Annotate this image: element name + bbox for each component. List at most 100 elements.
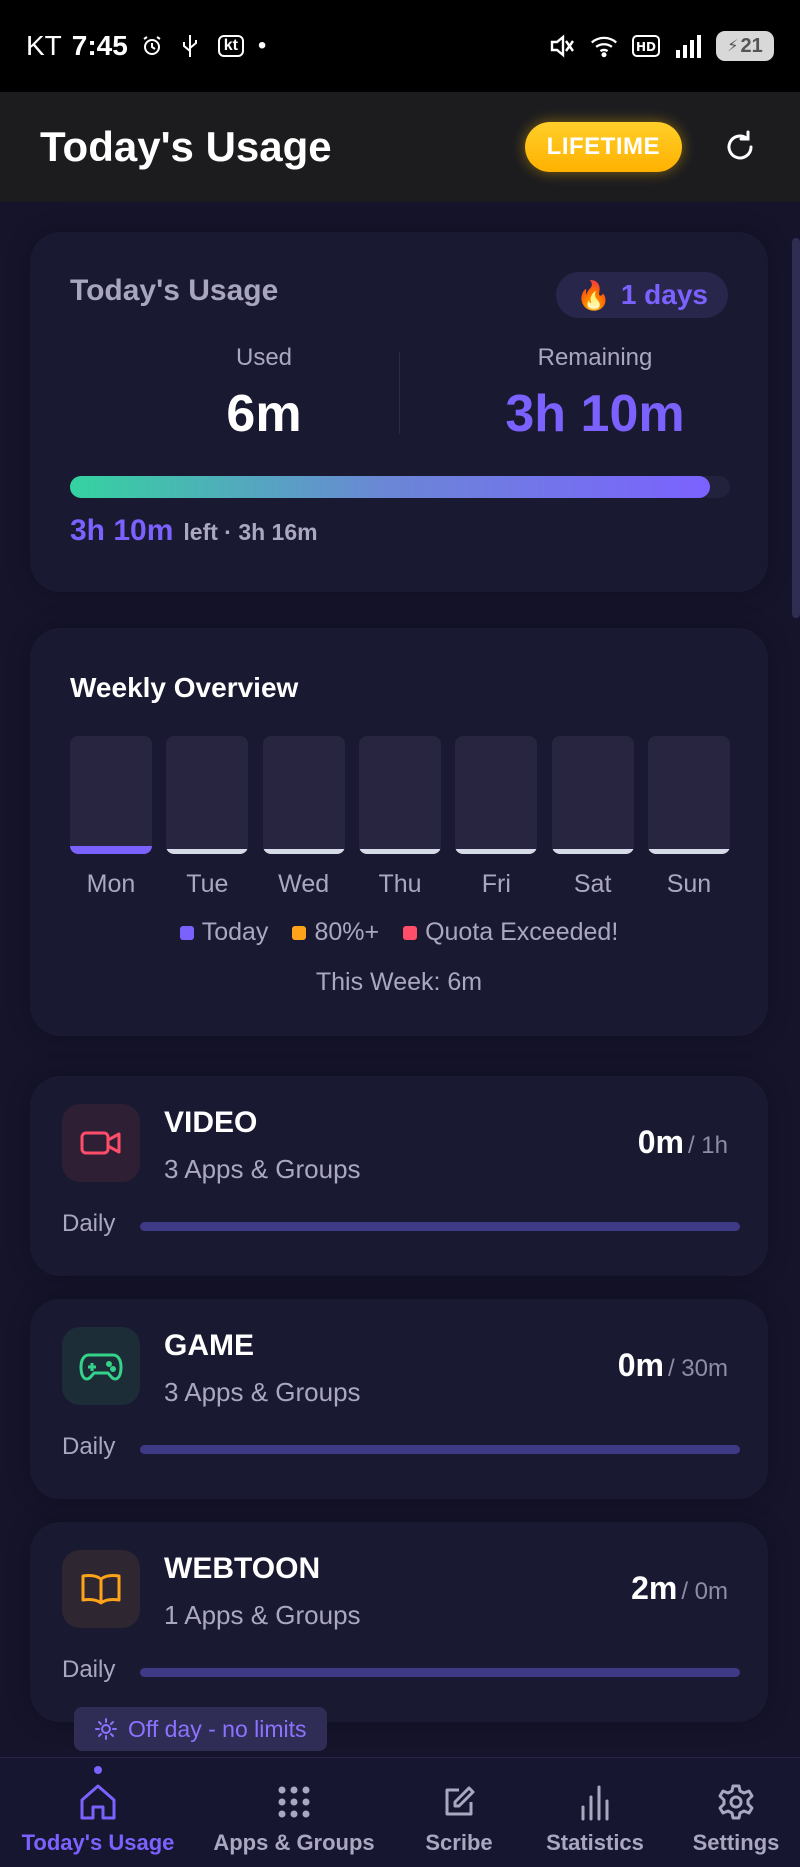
streak-count: 1 days bbox=[620, 279, 708, 310]
day-sun: Sun bbox=[647, 736, 730, 899]
day-bar bbox=[455, 736, 538, 854]
remaining-label: Remaining bbox=[537, 344, 653, 371]
remaining-value: 3h 10m bbox=[505, 385, 685, 443]
refresh-button[interactable] bbox=[720, 127, 760, 167]
weekly-title: Weekly Overview bbox=[70, 672, 299, 703]
legend-label: Quota Exceeded! bbox=[425, 918, 619, 946]
category-period: Daily bbox=[62, 1656, 116, 1683]
signal-icon bbox=[674, 32, 702, 60]
time-left-line: 3h 10m left · 3h 16m bbox=[70, 514, 318, 548]
category-used: 2m bbox=[631, 1570, 678, 1606]
legend-label: 80%+ bbox=[314, 918, 380, 946]
category-progress-bar bbox=[140, 1668, 740, 1677]
active-nav-indicator bbox=[94, 1766, 102, 1774]
used-value: 6m bbox=[226, 385, 302, 443]
page-title: Today's Usage bbox=[40, 123, 332, 170]
video-camera-icon bbox=[80, 1131, 121, 1155]
day-label: Thu bbox=[378, 870, 422, 898]
legend-dot-exceeded bbox=[403, 925, 418, 940]
category-usage: 0m / 30m bbox=[618, 1347, 728, 1384]
category-name: VIDEO bbox=[164, 1106, 258, 1139]
category-usage: 2m / 0m bbox=[631, 1570, 728, 1607]
day-fill bbox=[70, 846, 152, 854]
fire-icon: 🔥 bbox=[575, 279, 611, 311]
usage-progress-track bbox=[70, 476, 730, 498]
category-used: 0m bbox=[617, 1347, 664, 1383]
day-label: Tue bbox=[186, 870, 229, 898]
lifetime-button[interactable]: LIFETIME bbox=[524, 122, 682, 172]
weekly-legend: Today 80%+ Quota Exceeded! bbox=[30, 918, 768, 947]
category-card-game[interactable]: GAME 3 Apps & Groups 0m / 30m Daily bbox=[30, 1299, 768, 1499]
day-label: Sun bbox=[666, 870, 712, 898]
day-fill bbox=[358, 849, 441, 854]
day-label: Wed bbox=[278, 870, 330, 898]
category-used: 0m bbox=[637, 1124, 684, 1160]
category-name: WEBTOON bbox=[164, 1552, 321, 1585]
nav-statistics[interactable]: Statistics bbox=[540, 1780, 650, 1856]
charging-icon: ⚡ bbox=[727, 38, 739, 55]
battery-indicator: ⚡ 21 bbox=[716, 31, 774, 61]
grid-icon bbox=[272, 1780, 316, 1824]
scrollbar[interactable] bbox=[792, 238, 800, 618]
gear-icon bbox=[714, 1780, 758, 1824]
day-fill bbox=[551, 849, 634, 854]
category-card-webtoon[interactable]: WEBTOON 1 Apps & Groups 2m / 0m Daily bbox=[30, 1522, 768, 1722]
bar-chart-icon bbox=[573, 1780, 617, 1824]
weekly-overview-card: Weekly Overview Mon Tue Wed Thu Fri Sat … bbox=[30, 628, 768, 1036]
sun-icon bbox=[95, 1718, 117, 1740]
wifi-icon bbox=[590, 32, 618, 60]
status-right: HD ⚡ 21 bbox=[548, 31, 774, 61]
legend-exceeded: Quota Exceeded! bbox=[403, 918, 618, 947]
battery-level: 21 bbox=[740, 34, 763, 57]
category-limit: / 1h bbox=[687, 1132, 728, 1159]
category-card-video[interactable]: VIDEO 3 Apps & Groups 0m / 1h Daily bbox=[30, 1076, 768, 1276]
day-bar bbox=[647, 736, 730, 854]
day-fill bbox=[262, 849, 345, 854]
legend-dot-warn bbox=[292, 925, 307, 940]
hd-icon: HD bbox=[632, 32, 660, 60]
usage-card-title: Today's Usage bbox=[70, 274, 279, 307]
category-subtitle: 1 Apps & Groups bbox=[164, 1600, 361, 1630]
legend-label: Today bbox=[201, 918, 269, 946]
legend-today: Today bbox=[179, 918, 269, 947]
mute-icon bbox=[548, 32, 576, 60]
edit-icon bbox=[437, 1780, 481, 1824]
time-left-detail: left · 3h 16m bbox=[183, 519, 318, 545]
day-bar bbox=[551, 736, 634, 854]
notification-dot: • bbox=[257, 32, 267, 59]
webtoon-icon-tile bbox=[62, 1550, 140, 1628]
category-progress-bar bbox=[140, 1445, 740, 1454]
legend-dot-today bbox=[179, 925, 194, 940]
nav-label: Today's Usage bbox=[21, 1830, 175, 1855]
nav-settings[interactable]: Settings bbox=[686, 1780, 786, 1856]
nav-today-usage[interactable]: Today's Usage bbox=[20, 1780, 176, 1856]
day-fill bbox=[455, 849, 538, 854]
alarm-icon bbox=[138, 32, 166, 60]
kt-app-icon: kt bbox=[214, 32, 248, 60]
video-icon-tile bbox=[62, 1104, 140, 1182]
nav-label: Settings bbox=[692, 1830, 780, 1855]
nav-apps-groups[interactable]: Apps & Groups bbox=[213, 1780, 375, 1856]
category-name: GAME bbox=[164, 1329, 254, 1362]
refresh-icon bbox=[727, 130, 753, 160]
usb-icon bbox=[176, 32, 204, 60]
category-progress-bar bbox=[140, 1222, 740, 1231]
streak-badge: 🔥 1 days bbox=[555, 272, 728, 318]
day-label: Mon bbox=[86, 870, 136, 898]
day-fill bbox=[166, 849, 249, 854]
category-subtitle: 3 Apps & Groups bbox=[164, 1377, 361, 1407]
nav-scribe[interactable]: Scribe bbox=[414, 1780, 504, 1856]
used-column: Used 6m bbox=[134, 344, 394, 444]
gamepad-icon bbox=[79, 1353, 123, 1381]
bottom-navigation: Today's Usage Apps & Groups Scribe Stati… bbox=[0, 1757, 800, 1867]
remaining-column: Remaining 3h 10m bbox=[430, 344, 760, 444]
day-label: Fri bbox=[481, 870, 511, 898]
off-day-badge: Off day - no limits bbox=[74, 1707, 327, 1751]
category-usage: 0m / 1h bbox=[638, 1124, 728, 1161]
status-bar: KT 7:45 kt • HD ⚡ 21 bbox=[0, 0, 800, 92]
category-period: Daily bbox=[62, 1433, 116, 1460]
today-usage-card: Today's Usage 🔥 1 days Used 6m Remaining… bbox=[30, 232, 768, 592]
game-icon-tile bbox=[62, 1327, 140, 1405]
nav-label: Statistics bbox=[546, 1830, 644, 1855]
day-bar bbox=[70, 736, 152, 854]
